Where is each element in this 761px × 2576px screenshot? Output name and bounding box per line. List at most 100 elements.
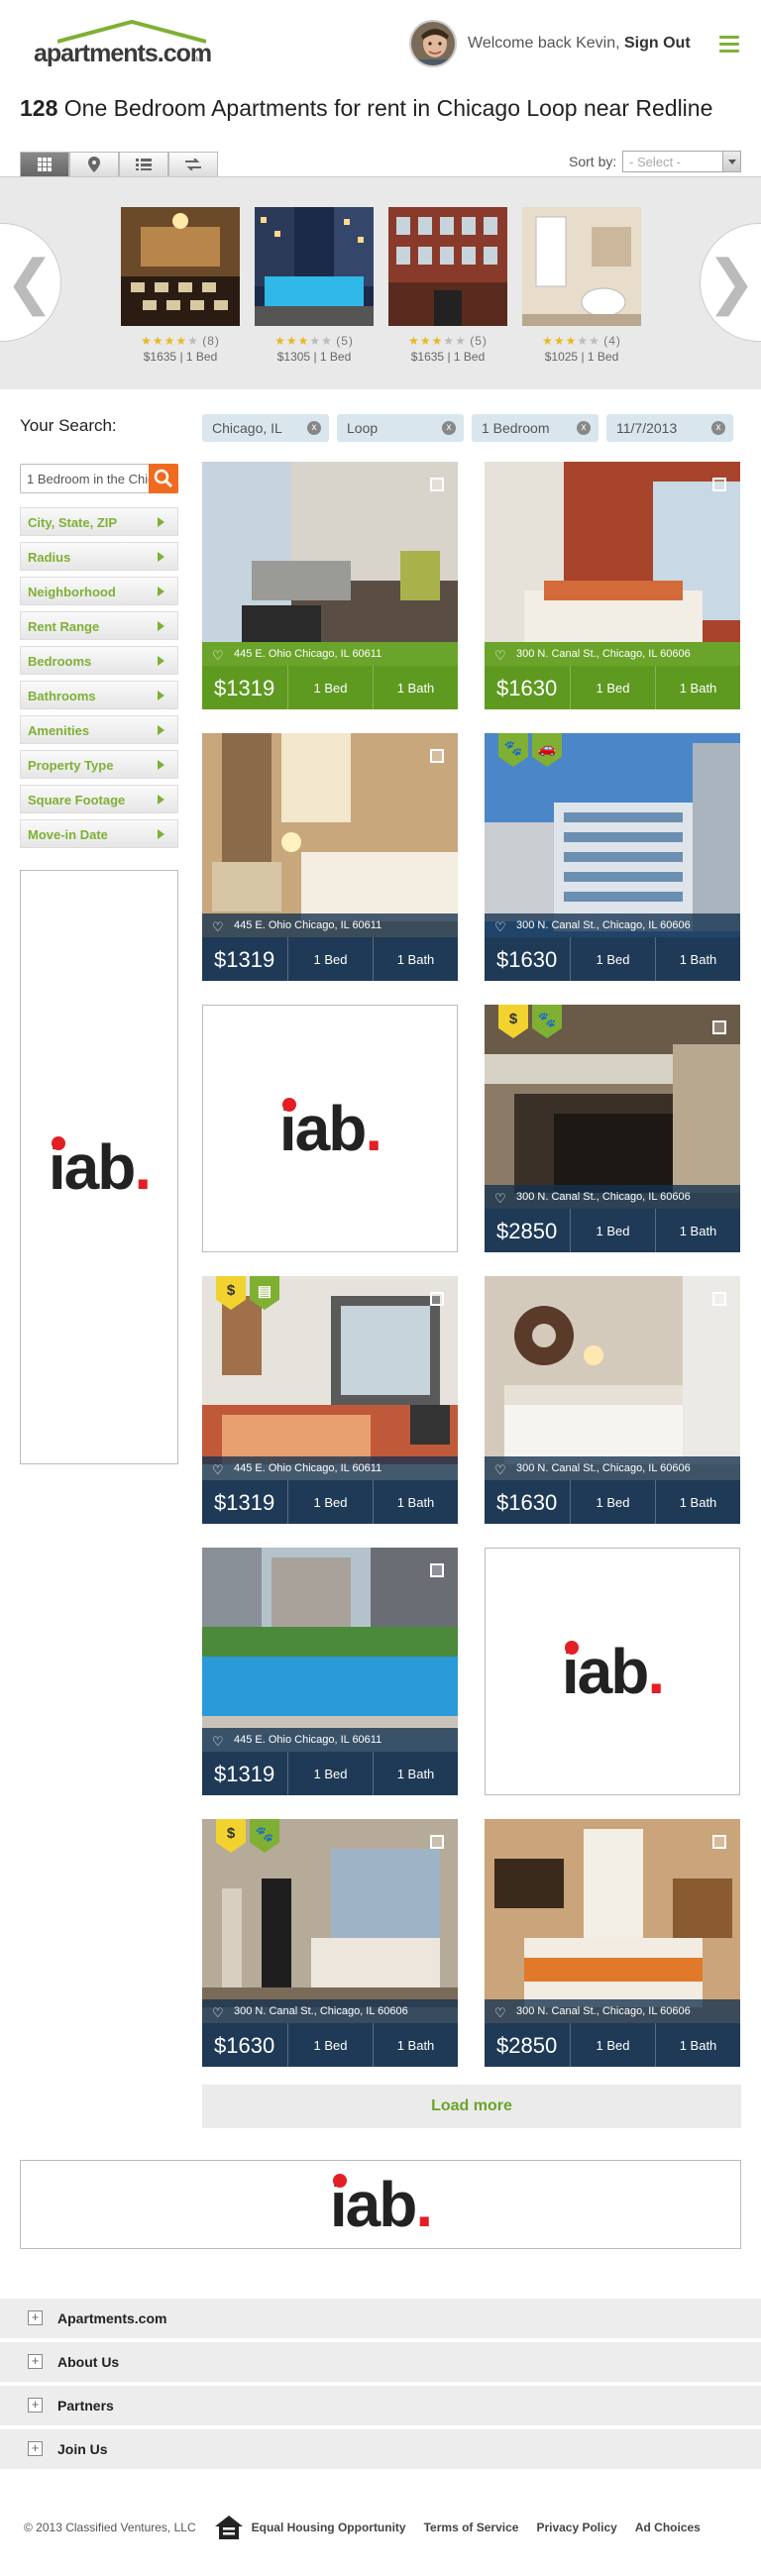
carousel-next-button[interactable]: ❯ [700, 223, 761, 342]
footer-section-join[interactable]: + Join Us [0, 2429, 761, 2469]
sidebar-ad[interactable]: iab. [20, 870, 178, 1464]
favorite-checkbox[interactable] [712, 1020, 726, 1034]
heart-icon[interactable]: ♡ [494, 2005, 506, 2021]
listing-address: ♡ 300 N. Canal St., Chicago, IL 60606 [485, 642, 740, 666]
your-search-heading: Your Search: [20, 416, 117, 435]
sort-select[interactable]: - Select - [622, 151, 741, 172]
listing-baths: 1 Bath [655, 1480, 740, 1524]
carousel-price: $1305 | 1 Bed [276, 350, 352, 364]
chip-remove-icon[interactable]: x [307, 421, 321, 435]
terms-link[interactable]: Terms of Service [424, 2521, 519, 2534]
heart-icon[interactable]: ♡ [494, 1462, 506, 1478]
apartments-logo[interactable]: apartments.com TM [34, 18, 212, 67]
avatar[interactable] [409, 20, 457, 67]
listing-card[interactable]: ♡ 300 N. Canal St., Chicago, IL 60606 $28… [485, 1819, 740, 2067]
favorite-checkbox[interactable] [430, 1835, 444, 1849]
filter-neighborhood[interactable]: Neighborhood [20, 577, 178, 605]
listing-price: $1630 [496, 1490, 558, 1515]
carousel-photo [121, 207, 240, 326]
grid-view-button[interactable] [20, 152, 69, 177]
heart-icon[interactable]: ♡ [212, 2005, 224, 2021]
footer-section-about[interactable]: + About Us [0, 2342, 761, 2382]
load-more-button[interactable]: Load more [202, 2085, 741, 2128]
filter-bathrooms[interactable]: Bathrooms [20, 681, 178, 709]
footer-section-apartments[interactable]: + Apartments.com [0, 2299, 761, 2338]
dollar-icon: $ [226, 1825, 236, 1842]
ad-choices-link[interactable]: Ad Choices [635, 2521, 701, 2534]
listing-details: $1319 1 Bed 1 Bath [202, 1480, 458, 1524]
grid-icon [38, 158, 52, 171]
listing-card[interactable]: ♡ 445 E. Ohio Chicago, IL 60611 $1319 1 Be… [202, 733, 458, 981]
page-title: 128 One Bedroom Apartments for rent in C… [20, 95, 712, 122]
listing-card[interactable]: ♡ 300 N. Canal St., Chicago, IL 60606 $16… [485, 462, 740, 709]
carousel-prev-button[interactable]: ❮ [0, 223, 61, 342]
filter-square-footage[interactable]: Square Footage [20, 785, 178, 813]
listing-details: $1630 1 Bed 1 Bath [485, 937, 740, 981]
filter-radius[interactable]: Radius [20, 542, 178, 571]
listing-address: ♡ 300 N. Canal St., Chicago, IL 60606 [485, 913, 740, 937]
listing-card[interactable]: $ 🐾 ♡ 300 N. Canal St., Chicago, IL 60606… [485, 1005, 740, 1252]
listing-beds: 1 Bed [570, 937, 655, 981]
grid-ad[interactable]: iab. [202, 1005, 458, 1252]
filter-rent-range[interactable]: Rent Range [20, 611, 178, 640]
privacy-link[interactable]: Privacy Policy [536, 2521, 616, 2534]
heart-icon[interactable]: ♡ [494, 648, 506, 664]
listing-address: ♡ 300 N. Canal St., Chicago, IL 60606 [202, 1999, 458, 2023]
search-icon [154, 469, 173, 488]
sign-out-link[interactable]: Sign Out [624, 35, 691, 52]
listing-beds: 1 Bed [287, 1480, 373, 1524]
heart-icon[interactable]: ♡ [494, 919, 506, 935]
footer-section-partners[interactable]: + Partners [0, 2386, 761, 2425]
heart-icon[interactable]: ♡ [212, 1734, 224, 1750]
iab-logo: iab. [278, 1093, 382, 1164]
filter-property-type[interactable]: Property Type [20, 750, 178, 779]
favorite-checkbox[interactable] [430, 1292, 444, 1306]
search-button[interactable] [149, 464, 178, 493]
heart-icon[interactable]: ♡ [212, 1462, 224, 1478]
listing-card[interactable]: ♡ 445 E. Ohio Chicago, IL 60611 $1319 1 Be… [202, 1548, 458, 1795]
carousel-item[interactable]: ★★★★★ (8) $1635 | 1 Bed [121, 207, 240, 364]
heart-icon[interactable]: ♡ [212, 648, 224, 664]
listing-beds: 1 Bed [570, 666, 655, 709]
favorite-checkbox[interactable] [712, 1292, 726, 1306]
favorite-checkbox[interactable] [430, 1563, 444, 1577]
listing-price: $1319 [214, 1762, 275, 1786]
carousel-item[interactable]: ★★★★★ (5) $1305 | 1 Bed [255, 207, 374, 364]
banner-ad[interactable]: iab. [20, 2160, 741, 2249]
carousel-photo [388, 207, 507, 326]
carousel-item[interactable]: ★★★★★ (4) $1025 | 1 Bed [522, 207, 641, 364]
expand-icon: + [28, 2310, 43, 2325]
list-view-button[interactable] [119, 152, 168, 177]
equal-housing-link[interactable]: Equal Housing Opportunity [252, 2521, 406, 2534]
favorite-checkbox[interactable] [430, 749, 444, 763]
compare-view-button[interactable] [168, 152, 218, 177]
carousel-item[interactable]: ★★★★★ (5) $1635 | 1 Bed [388, 207, 507, 364]
expand-icon: + [28, 2398, 43, 2413]
favorite-checkbox[interactable] [430, 478, 444, 491]
filter-move-in-date[interactable]: Move-in Date [20, 819, 178, 848]
chevron-down-icon [722, 152, 740, 171]
chip-remove-icon[interactable]: x [442, 421, 456, 435]
logo-tm: TM [192, 57, 201, 63]
heart-icon[interactable]: ♡ [494, 1191, 506, 1207]
review-count: (5) [470, 334, 488, 348]
favorite-checkbox[interactable] [712, 1835, 726, 1849]
favorite-checkbox[interactable] [712, 478, 726, 491]
map-view-button[interactable] [69, 152, 119, 177]
listing-card[interactable]: 🐾 🚗 ♡ 300 N. Canal St., Chicago, IL 60606… [485, 733, 740, 981]
heart-icon[interactable]: ♡ [212, 919, 224, 935]
filter-amenities[interactable]: Amenities [20, 715, 178, 744]
chip-remove-icon[interactable]: x [711, 421, 725, 435]
listing-details: $1630 1 Bed 1 Bath [485, 666, 740, 709]
chip-remove-icon[interactable]: x [577, 421, 591, 435]
listing-card[interactable]: $ ▤ ♡ 445 E. Ohio Chicago, IL 60611 $1319… [202, 1276, 458, 1524]
grid-ad[interactable]: iab. [485, 1548, 740, 1795]
hamburger-menu-icon[interactable] [719, 36, 739, 56]
listing-card[interactable]: ♡ 300 N. Canal St., Chicago, IL 60606 $16… [485, 1276, 740, 1524]
filter-city-state-zip[interactable]: City, State, ZIP [20, 507, 178, 536]
listing-beds: 1 Bed [570, 1480, 655, 1524]
listing-card[interactable]: $ 🐾 ♡ 300 N. Canal St., Chicago, IL 60606… [202, 1819, 458, 2067]
filter-bedrooms[interactable]: Bedrooms [20, 646, 178, 675]
listing-card[interactable]: ♡ 445 E. Ohio Chicago, IL 60611 $1319 1 Be… [202, 462, 458, 709]
paw-icon: 🐾 [503, 740, 523, 757]
